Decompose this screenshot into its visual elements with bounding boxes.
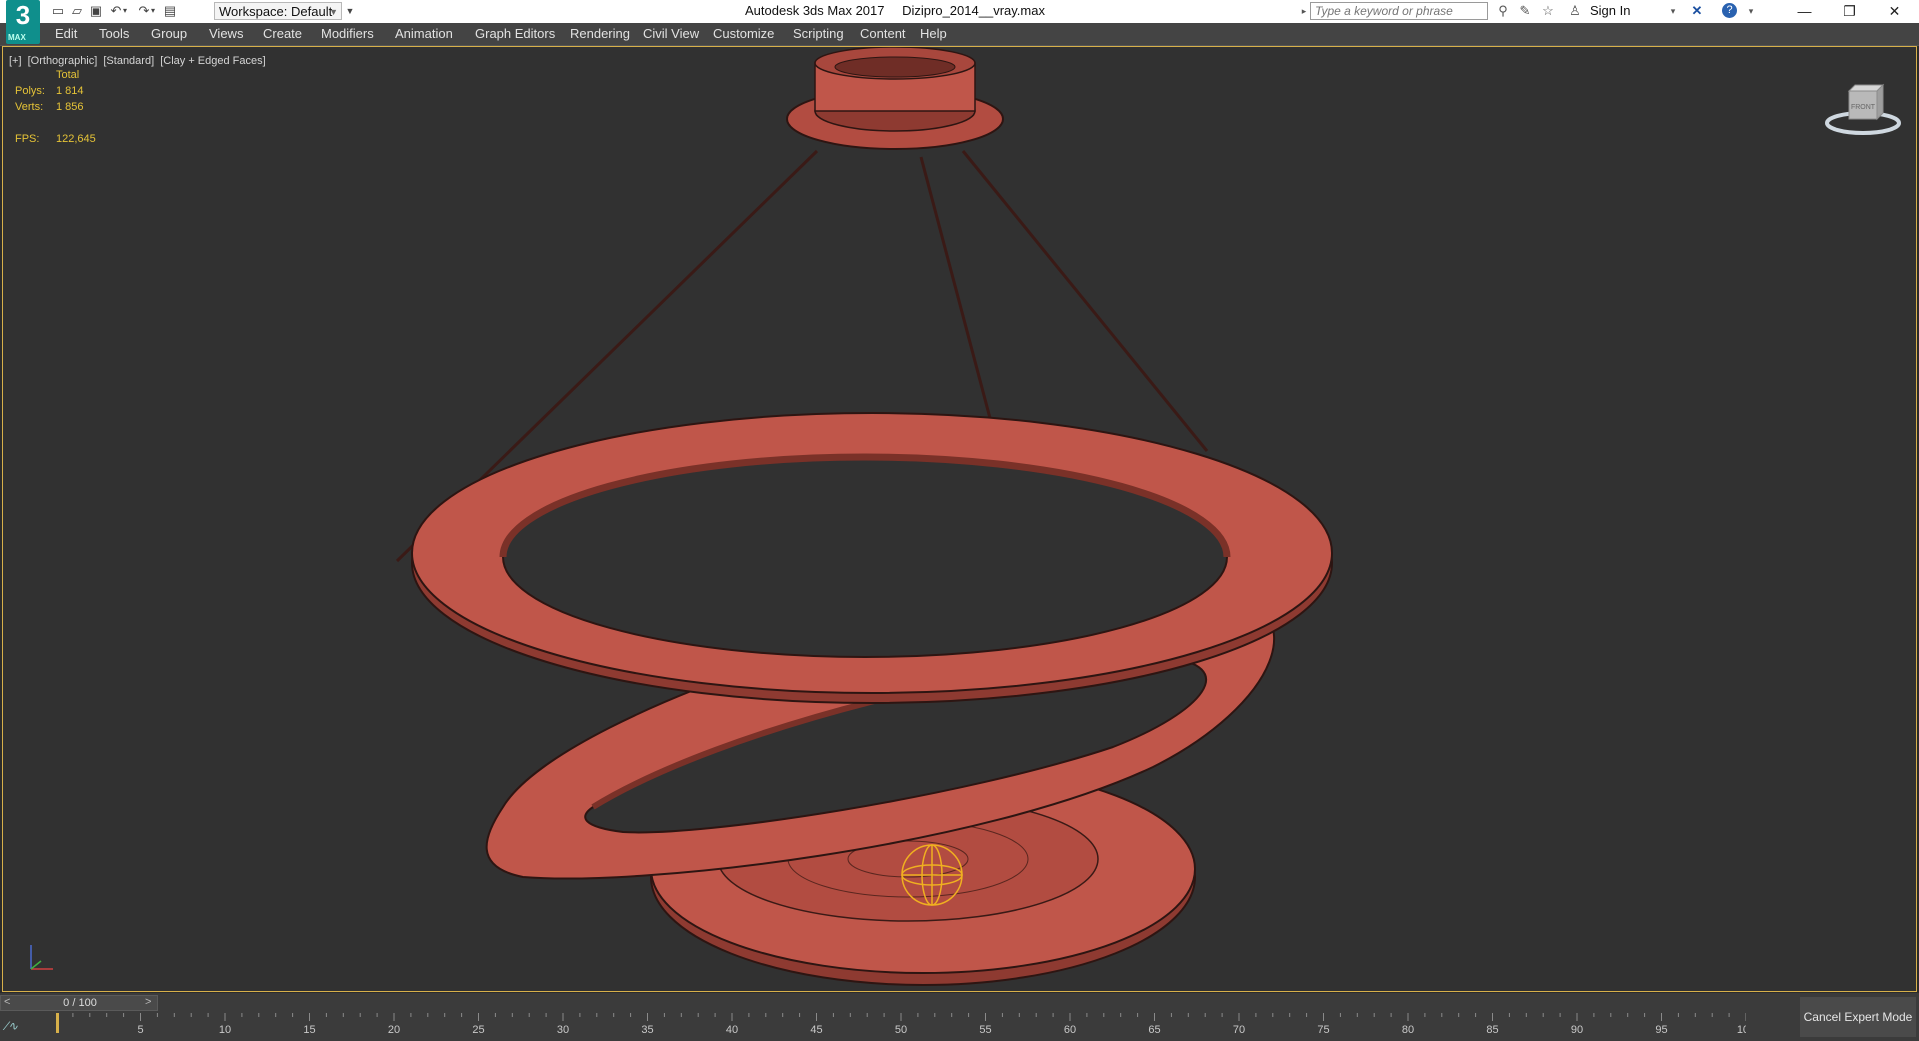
stats-verts-value: 1 856 bbox=[56, 101, 84, 113]
timeline-tick-label: 35 bbox=[641, 1024, 653, 1035]
close-button[interactable]: ✕ bbox=[1872, 0, 1917, 23]
frame-counter: 0 / 100 bbox=[63, 997, 97, 1009]
ceiling-canopy[interactable] bbox=[786, 47, 1004, 150]
stats-fps-label: FPS: bbox=[15, 133, 40, 145]
menu-civil-view[interactable]: Civil View bbox=[643, 26, 699, 41]
viewport-shading-quality-menu[interactable]: [Standard] bbox=[103, 55, 154, 67]
viewport-general-menu[interactable]: [+] bbox=[9, 55, 22, 67]
mini-curve-editor-icon[interactable]: ⁄∿ bbox=[6, 1019, 18, 1033]
exchange-apps-icon[interactable]: ✕ bbox=[1688, 3, 1706, 19]
menu-modifiers[interactable]: Modifiers bbox=[321, 26, 374, 41]
menu-bar: Edit Tools Group Views Create Modifiers … bbox=[0, 23, 1919, 46]
viewport-point-of-view-menu[interactable]: [Orthographic] bbox=[28, 55, 98, 67]
timeline-tick-label: 5 bbox=[137, 1024, 143, 1035]
timeline-tick-label: 75 bbox=[1317, 1024, 1329, 1035]
favorites-star-icon[interactable]: ☆ bbox=[1539, 3, 1557, 19]
viewport-display-style-menu[interactable]: [Clay + Edged Faces] bbox=[160, 55, 265, 67]
menu-scripting[interactable]: Scripting bbox=[793, 26, 844, 41]
sign-in-button[interactable]: Sign In bbox=[1590, 3, 1630, 18]
timeline-tick-label: 25 bbox=[472, 1024, 484, 1035]
menu-rendering[interactable]: Rendering bbox=[570, 26, 630, 41]
cable-right bbox=[961, 150, 1209, 452]
top-ring[interactable] bbox=[411, 412, 1333, 704]
menu-views[interactable]: Views bbox=[209, 26, 243, 41]
scene-canvas[interactable] bbox=[3, 47, 1916, 991]
menu-content[interactable]: Content bbox=[860, 26, 906, 41]
timeline-tick-label: 10 bbox=[219, 1024, 231, 1035]
help-icon[interactable]: ? bbox=[1722, 3, 1737, 18]
timeline-tick-label: 20 bbox=[388, 1024, 400, 1035]
communication-center-icon[interactable]: ✎ bbox=[1516, 3, 1534, 19]
timeline-tick-label: 30 bbox=[557, 1024, 569, 1035]
stats-polys-label: Polys: bbox=[15, 85, 45, 97]
menu-create[interactable]: Create bbox=[263, 26, 302, 41]
menu-help[interactable]: Help bbox=[920, 26, 947, 41]
timeline-tick-label: 80 bbox=[1402, 1024, 1414, 1035]
timeline-area: < 0 / 100 > ⁄∿ 0510152025303540455055606… bbox=[0, 993, 1919, 1041]
viewcube-side[interactable] bbox=[1876, 83, 1884, 121]
menu-graph-editors[interactable]: Graph Editors bbox=[475, 26, 555, 41]
menu-group[interactable]: Group bbox=[151, 26, 187, 41]
binoculars-icon[interactable]: ⚲ bbox=[1494, 3, 1512, 19]
search-expand-icon[interactable]: ▸ bbox=[1299, 3, 1309, 19]
timeline-tick-label: 100 bbox=[1737, 1024, 1746, 1035]
help-dropdown-icon[interactable]: ▾ bbox=[1742, 3, 1760, 19]
viewport-label-menu[interactable]: [+] [Orthographic] [Standard] [Clay + Ed… bbox=[9, 55, 269, 67]
search-input[interactable] bbox=[1310, 2, 1488, 20]
viewcube-face-label: FRONT bbox=[1851, 104, 1876, 111]
menu-animation[interactable]: Animation bbox=[395, 26, 453, 41]
timeline-tick-label: 65 bbox=[1148, 1024, 1160, 1035]
minimize-button[interactable]: — bbox=[1782, 0, 1827, 23]
light-gizmo[interactable] bbox=[901, 844, 963, 906]
menu-tools[interactable]: Tools bbox=[99, 26, 129, 41]
timeline-tick-label: 40 bbox=[726, 1024, 738, 1035]
restore-button[interactable]: ❐ bbox=[1827, 0, 1872, 23]
viewcube[interactable]: FRONT bbox=[1823, 83, 1903, 143]
app-title: Autodesk 3ds Max 2017 bbox=[745, 3, 885, 18]
perspective-viewport[interactable]: [+] [Orthographic] [Standard] [Clay + Ed… bbox=[2, 46, 1917, 992]
sign-in-dropdown-icon[interactable]: ▾ bbox=[1664, 3, 1682, 19]
timeline-ruler[interactable]: 0510152025303540455055606570758085909510… bbox=[56, 1013, 1746, 1035]
timeline-tick-label: 85 bbox=[1486, 1024, 1498, 1035]
timeline-tick-label: 70 bbox=[1233, 1024, 1245, 1035]
timeline-tick-label: 60 bbox=[1064, 1024, 1076, 1035]
stats-polys-value: 1 814 bbox=[56, 85, 84, 97]
cancel-expert-mode-button[interactable]: Cancel Expert Mode bbox=[1800, 997, 1916, 1037]
timeline-tick-label: 55 bbox=[979, 1024, 991, 1035]
file-name: Dizipro_2014__vray.max bbox=[902, 3, 1045, 18]
stats-total-label: Total bbox=[56, 69, 80, 81]
axis-tripod-icon bbox=[30, 945, 53, 970]
timeline-tick-label: 50 bbox=[895, 1024, 907, 1035]
time-slider[interactable]: < 0 / 100 bbox=[0, 995, 158, 1011]
app-logo-button[interactable]: 3 MAX bbox=[6, 0, 40, 44]
current-frame-marker[interactable] bbox=[56, 1013, 59, 1033]
stats-verts-label: Verts: bbox=[15, 101, 44, 113]
user-icon: ♙ bbox=[1569, 3, 1581, 18]
timeline-tick-label: 45 bbox=[810, 1024, 822, 1035]
next-frame-icon[interactable]: > bbox=[145, 996, 151, 1008]
menu-customize[interactable]: Customize bbox=[713, 26, 774, 41]
menu-edit[interactable]: Edit bbox=[55, 26, 77, 41]
timeline-tick-label: 15 bbox=[303, 1024, 315, 1035]
stats-fps-value: 122,645 bbox=[56, 133, 96, 145]
title-bar: 3 MAX ▭ ▱ ▣ ↶ ▾ ↷ ▾ ▤ Workspace: Default … bbox=[0, 0, 1919, 44]
timeline-tick-label: 90 bbox=[1571, 1024, 1583, 1035]
timeline-tick-label: 95 bbox=[1655, 1024, 1667, 1035]
